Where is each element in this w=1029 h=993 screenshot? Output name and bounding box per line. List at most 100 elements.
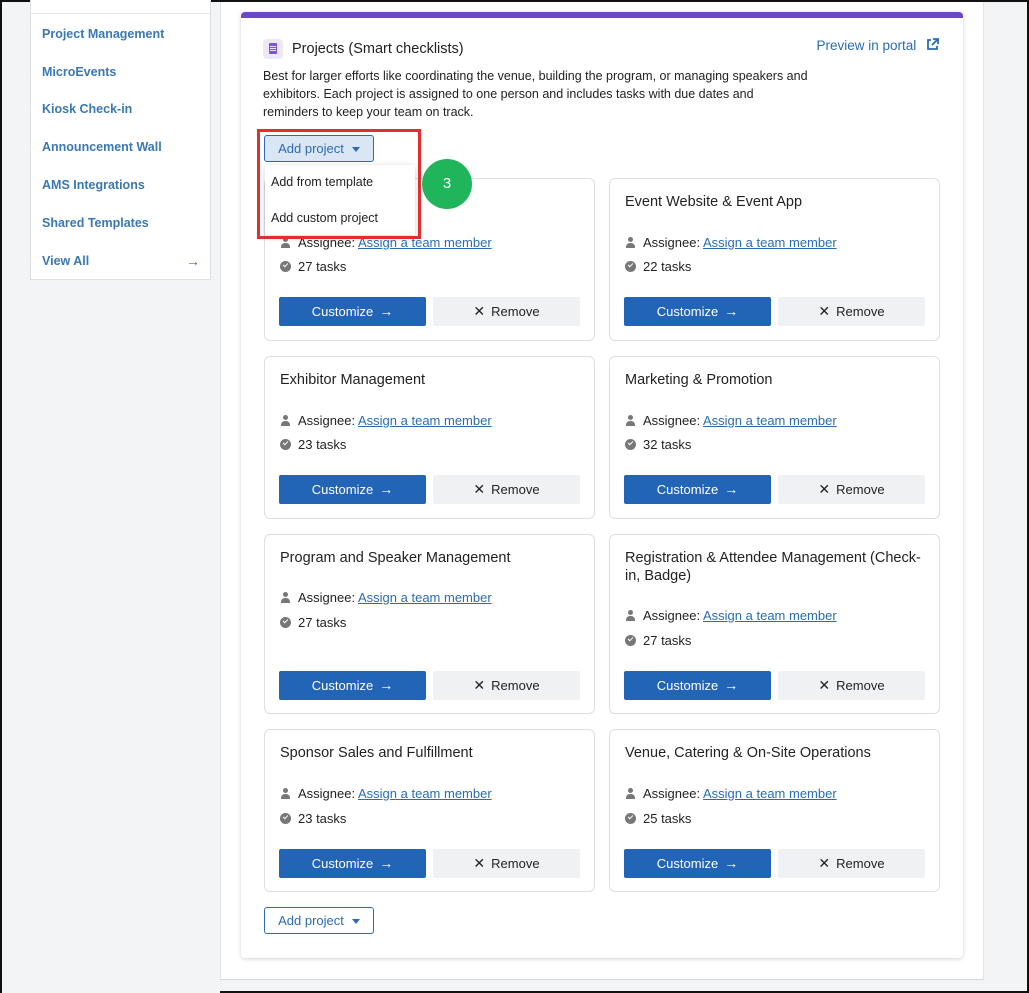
card-assignee: Assignee: Assign a team member (625, 786, 837, 801)
check-circle-icon (280, 813, 291, 824)
card-assignee: Assignee: Assign a team member (625, 413, 837, 428)
remove-button[interactable]: ✕ Remove (778, 475, 925, 504)
person-icon (625, 237, 636, 248)
customize-button[interactable]: Customize → (624, 297, 771, 326)
remove-label: Remove (491, 482, 540, 497)
assignee-label: Assignee: (643, 786, 701, 801)
remove-button[interactable]: ✕ Remove (433, 671, 580, 700)
remove-button[interactable]: ✕ Remove (433, 297, 580, 326)
sidebar-item-project-management[interactable]: Project Management (42, 27, 164, 41)
sidebar-item-ams-integrations[interactable]: AMS Integrations (42, 178, 145, 192)
assignee-label: Assignee: (643, 413, 701, 428)
customize-button[interactable]: Customize → (279, 849, 426, 878)
sidebar-nav: Project Management MicroEvents Kiosk Che… (30, 0, 211, 280)
assign-team-member-link[interactable]: Assign a team member (358, 235, 492, 250)
card-tasks: 22 tasks (625, 259, 691, 274)
menu-item-add-from-template[interactable]: Add from template (271, 175, 373, 189)
project-card: Marketing & Promotion Assignee: Assign a… (609, 356, 940, 519)
remove-button[interactable]: ✕ Remove (433, 849, 580, 878)
check-circle-icon (280, 617, 291, 628)
project-card: Event Website & Event App Assignee: Assi… (609, 178, 940, 341)
add-project-label: Add project (278, 913, 344, 928)
card-title: Event Website & Event App (625, 194, 803, 210)
remove-label: Remove (836, 678, 885, 693)
remove-button[interactable]: ✕ Remove (778, 671, 925, 700)
project-card: Venue, Catering & On-Site Operations Ass… (609, 729, 940, 892)
customize-label: Customize (311, 482, 374, 497)
assignee-label: Assignee: (298, 413, 356, 428)
card-assignee: Assignee: Assign a team member (280, 235, 492, 250)
external-link-icon (926, 38, 939, 54)
customize-button[interactable]: Customize → (624, 849, 771, 878)
card-assignee: Assignee: Assign a team member (280, 413, 492, 428)
task-count: 23 tasks (298, 811, 347, 826)
arrow-right-icon: → (379, 855, 394, 871)
check-circle-icon (280, 261, 291, 272)
task-count: 23 tasks (298, 437, 347, 452)
remove-button[interactable]: ✕ Remove (433, 475, 580, 504)
remove-label: Remove (491, 856, 540, 871)
assign-team-member-link[interactable]: Assign a team member (358, 413, 492, 428)
task-count: 27 tasks (298, 615, 347, 630)
view-all-label: View All (42, 254, 90, 268)
remove-label: Remove (491, 304, 540, 319)
preview-label: Preview in portal (816, 38, 917, 53)
arrow-right-icon: → (379, 303, 394, 319)
sidebar-item-view-all[interactable]: View All → (42, 253, 200, 269)
sidebar-item-announcement-wall[interactable]: Announcement Wall (42, 140, 162, 154)
card-assignee: Assignee: Assign a team member (280, 590, 492, 605)
check-circle-icon (625, 635, 636, 646)
add-project-button-bottom[interactable]: Add project (264, 907, 374, 934)
panel-description: Best for larger efforts like coordinatin… (263, 69, 808, 119)
person-icon (280, 788, 291, 799)
menu-item-add-custom-project[interactable]: Add custom project (271, 211, 378, 225)
card-title: Sponsor Sales and Fulfillment (280, 745, 473, 761)
customize-button[interactable]: Customize → (279, 671, 426, 700)
card-title: Registration & Attendee Management (Chec… (625, 550, 921, 584)
arrow-right-icon: → (724, 677, 739, 693)
remove-button[interactable]: ✕ Remove (778, 849, 925, 878)
preview-in-portal-link[interactable]: Preview in portal (816, 38, 939, 54)
remove-button[interactable]: ✕ Remove (778, 297, 925, 326)
card-assignee: Assignee: Assign a team member (625, 608, 837, 623)
assignee-label: Assignee: (643, 235, 701, 250)
customize-button[interactable]: Customize → (279, 297, 426, 326)
close-icon: ✕ (818, 303, 831, 319)
assign-team-member-link[interactable]: Assign a team member (703, 235, 837, 250)
sidebar-item-microevents[interactable]: MicroEvents (42, 65, 116, 79)
customize-button[interactable]: Customize → (624, 475, 771, 504)
project-card: Program and Speaker Management Assignee:… (264, 534, 595, 714)
arrow-right-icon: → (379, 677, 394, 693)
close-icon: ✕ (818, 855, 831, 871)
customize-button[interactable]: Customize → (279, 475, 426, 504)
remove-label: Remove (836, 304, 885, 319)
arrow-right-icon: → (724, 481, 739, 497)
check-circle-icon (625, 439, 636, 450)
check-circle-icon (625, 813, 636, 824)
assign-team-member-link[interactable]: Assign a team member (358, 590, 492, 605)
project-card: Exhibitor Management Assignee: Assign a … (264, 356, 595, 519)
card-tasks: 32 tasks (625, 437, 691, 452)
assign-team-member-link[interactable]: Assign a team member (703, 608, 837, 623)
panel-title: Projects (Smart checklists) (292, 41, 464, 57)
assign-team-member-link[interactable]: Assign a team member (703, 413, 837, 428)
sidebar-item-shared-templates[interactable]: Shared Templates (42, 216, 149, 230)
add-project-menu: Add from template Add custom project (265, 165, 415, 235)
remove-label: Remove (836, 856, 885, 871)
assign-team-member-link[interactable]: Assign a team member (703, 786, 837, 801)
card-title: Marketing & Promotion (625, 372, 773, 388)
assignee-label: Assignee: (298, 235, 356, 250)
panel-accent-bar (241, 12, 963, 18)
person-icon (280, 415, 291, 426)
sidebar-item-kiosk-check-in[interactable]: Kiosk Check-in (42, 102, 132, 116)
person-icon (280, 237, 291, 248)
sidebar-region: Project Management MicroEvents Kiosk Che… (2, 0, 220, 993)
add-project-button-top[interactable]: Add project (264, 135, 374, 162)
customize-label: Customize (311, 678, 374, 693)
close-icon: ✕ (818, 677, 831, 693)
customize-button[interactable]: Customize → (624, 671, 771, 700)
assign-team-member-link[interactable]: Assign a team member (358, 786, 492, 801)
close-icon: ✕ (473, 303, 486, 319)
remove-label: Remove (836, 482, 885, 497)
card-tasks: 25 tasks (625, 811, 691, 826)
